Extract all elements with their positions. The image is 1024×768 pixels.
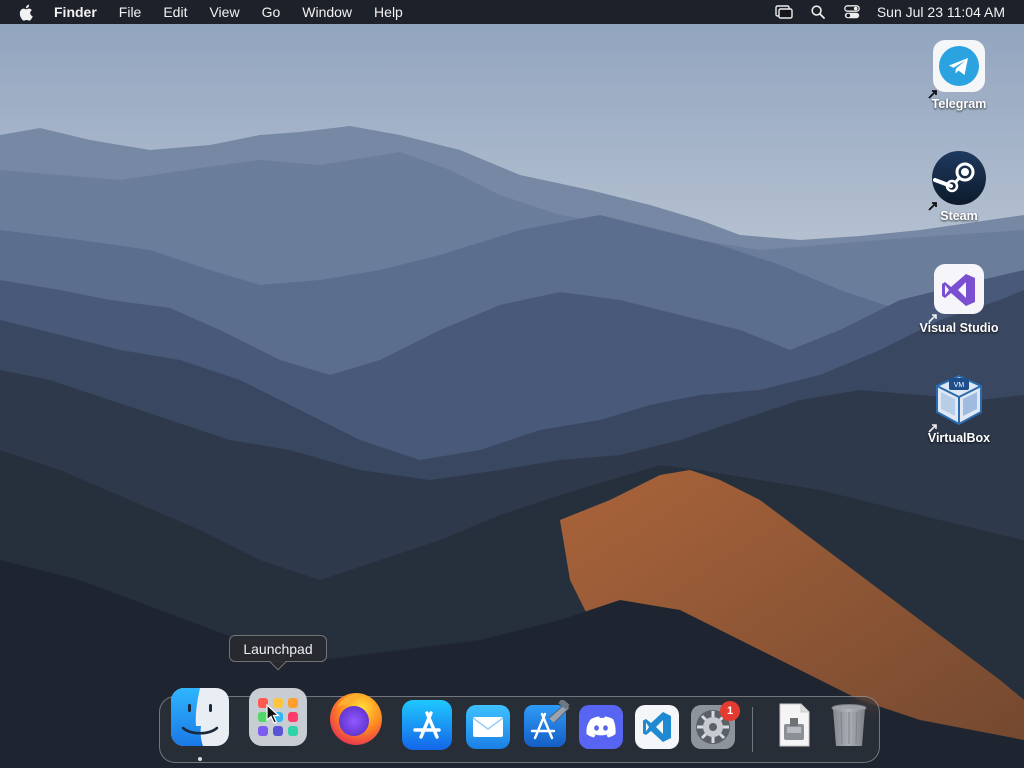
menu-view[interactable]: View — [209, 4, 239, 20]
menu-go[interactable]: Go — [262, 4, 281, 20]
desktop-wallpaper — [0, 0, 1024, 768]
dock-item-mail[interactable] — [465, 704, 511, 750]
running-indicator — [198, 757, 202, 761]
desktop-icon-telegram[interactable]: Telegram — [911, 38, 1007, 111]
menu-bar: Finder File Edit View Go Window Help Sun… — [0, 0, 1024, 24]
dock-item-firefox[interactable] — [325, 686, 387, 748]
svg-text:VM: VM — [954, 382, 965, 389]
spotlight-search-icon[interactable] — [807, 0, 829, 24]
virtualbox-icon: VM — [928, 372, 987, 433]
firefox-icon — [330, 693, 382, 745]
dock-item-system-settings[interactable]: 1 — [690, 701, 740, 750]
alias-arrow-icon — [928, 314, 937, 323]
menu-help[interactable]: Help — [374, 4, 403, 20]
mail-icon — [466, 705, 510, 749]
desktop-icon-label: Steam — [940, 209, 978, 223]
menu-file[interactable]: File — [119, 4, 142, 20]
dock-item-finder[interactable] — [169, 686, 231, 748]
dock-item-vscode[interactable] — [634, 704, 680, 750]
finder-icon — [171, 688, 229, 746]
control-center-icon[interactable] — [841, 0, 863, 24]
downloads-stack-icon — [779, 703, 810, 747]
trash-icon — [831, 704, 867, 746]
dock-item-trash[interactable] — [826, 702, 872, 748]
alias-arrow-icon — [928, 202, 937, 211]
menu-edit[interactable]: Edit — [163, 4, 187, 20]
desktop-icon-label: Visual Studio — [919, 321, 999, 335]
vscode-icon — [635, 705, 679, 749]
dock-item-xcode[interactable] — [521, 698, 571, 750]
desktop-icon-steam[interactable]: Steam — [911, 150, 1007, 223]
launchpad-tooltip: Launchpad — [229, 635, 327, 671]
xcode-icon — [524, 698, 570, 747]
alias-arrow-icon — [928, 424, 937, 433]
dock-separator — [752, 707, 753, 752]
menu-app-finder[interactable]: Finder — [54, 4, 97, 20]
apple-menu-icon[interactable] — [16, 2, 36, 22]
telegram-icon — [928, 38, 987, 99]
visual-studio-icon — [928, 262, 987, 323]
menu-bar-clock[interactable]: Sun Jul 23 11:04 AM — [877, 4, 1005, 20]
dock-item-discord[interactable] — [578, 704, 624, 750]
mouse-cursor-icon — [266, 704, 280, 724]
dock-item-app-store[interactable] — [401, 699, 453, 751]
discord-icon — [579, 705, 623, 749]
desktop-icon-label: Telegram — [931, 97, 987, 111]
screen-mirroring-icon[interactable] — [773, 0, 795, 24]
steam-icon — [928, 150, 987, 211]
alias-arrow-icon — [928, 90, 937, 99]
menu-window[interactable]: Window — [302, 4, 352, 20]
desktop-icon-visual-studio[interactable]: Visual Studio — [911, 262, 1007, 335]
dock-item-downloads[interactable] — [771, 702, 817, 748]
app-store-icon — [402, 700, 452, 750]
notification-badge: 1 — [720, 701, 740, 721]
desktop-icon-label: VirtualBox — [927, 431, 991, 445]
desktop-icon-virtualbox[interactable]: VM VirtualBox — [911, 372, 1007, 445]
